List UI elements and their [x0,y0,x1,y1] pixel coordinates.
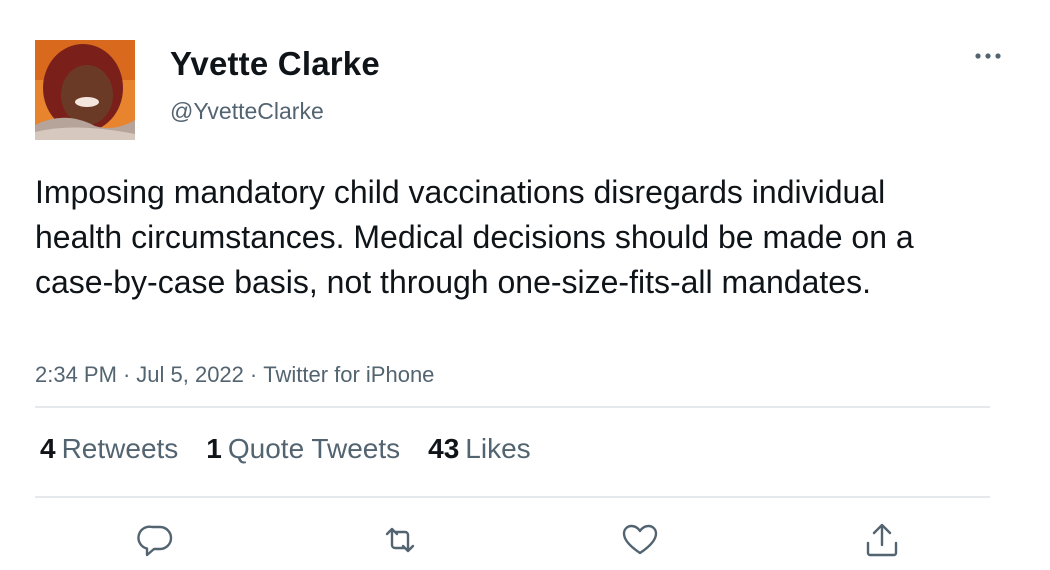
retweets-stat[interactable]: 4 Retweets [40,430,178,468]
likes-label: Likes [465,433,531,464]
engagement-stats: 4 Retweets 1 Quote Tweets 43 Likes [40,430,559,468]
tweet-time[interactable]: 2:34 PM [35,362,117,387]
tweet-source[interactable]: Twitter for iPhone [263,362,434,387]
heart-icon [622,524,658,555]
share-button[interactable] [860,518,904,562]
like-button[interactable] [618,518,662,562]
likes-count: 43 [428,433,460,464]
reply-button[interactable] [134,518,178,562]
retweet-button[interactable] [378,518,422,562]
meta-separator: · [122,362,131,387]
quote-tweets-label: Quote Tweets [227,433,401,464]
tweet-meta: 2:34 PM · Jul 5, 2022 · Twitter for iPhone [35,360,434,390]
share-icon [866,523,898,557]
author-display-name[interactable]: Yvette Clarke [170,42,380,86]
retweets-label: Retweets [61,433,179,464]
divider [35,406,990,408]
author-handle[interactable]: @YvetteClarke [170,96,324,126]
retweet-icon [385,527,415,553]
reply-icon [137,525,173,557]
avatar-image [35,40,135,140]
more-options-button[interactable] [970,44,1006,68]
retweets-count: 4 [40,433,56,464]
more-icon [975,53,1001,59]
quote-tweets-stat[interactable]: 1 Quote Tweets [206,430,400,468]
quote-tweets-count: 1 [206,433,222,464]
likes-stat[interactable]: 43 Likes [428,430,531,468]
tweet-card: Yvette Clarke @YvetteClarke Imposing man… [0,0,1050,570]
divider [35,496,990,498]
tweet-text: Imposing mandatory child vaccinations di… [35,174,914,300]
meta-separator: · [249,362,258,387]
avatar[interactable] [35,40,135,140]
tweet-date[interactable]: Jul 5, 2022 [136,362,244,387]
